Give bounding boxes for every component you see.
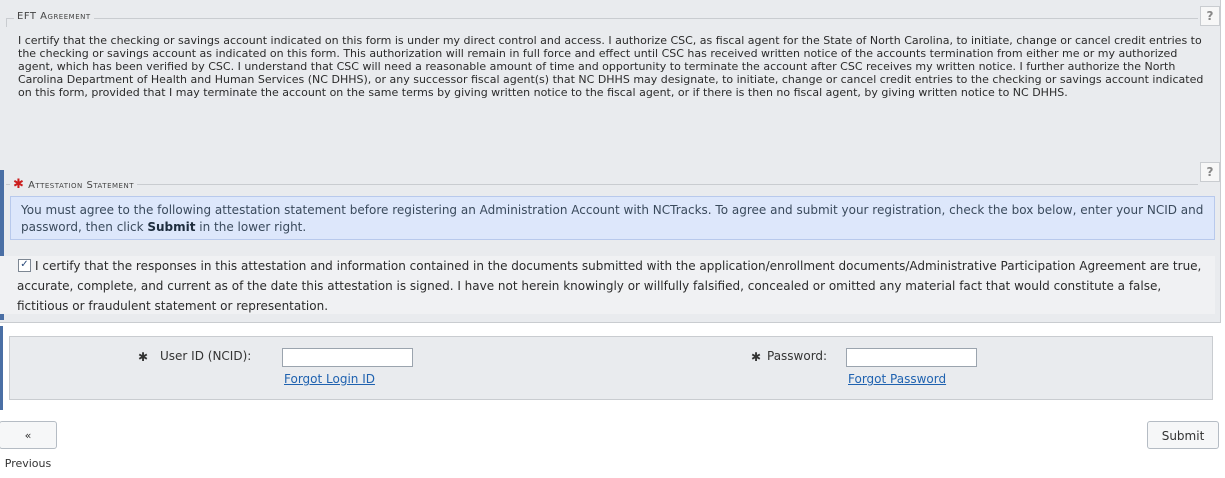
attestation-legend-text: Attestation Statement [28, 180, 134, 191]
instructions-text-end: in the lower right. [195, 220, 307, 234]
instructions-submit-bold: Submit [147, 220, 196, 234]
certification-row: I certify that the responses in this att… [0, 256, 1215, 314]
eft-legend-text: EFT Agreement [17, 11, 91, 22]
eft-legend: EFT Agreement [14, 11, 94, 22]
attestation-legend-border [6, 184, 1198, 185]
previous-button[interactable]: « Previous [0, 421, 57, 470]
required-marker-icon: ✱ [13, 177, 25, 192]
credentials-panel: ✱ User ID (NCID): Forgot Login ID ✱ Pass… [9, 336, 1213, 400]
eft-agreement-text: I certify that the checking or savings a… [18, 34, 1204, 99]
forgot-password-link[interactable]: Forgot Password [848, 372, 946, 386]
user-id-input[interactable] [282, 348, 413, 367]
forgot-login-id-link[interactable]: Forgot Login ID [284, 372, 375, 386]
certification-checkbox[interactable]: ✓ [18, 259, 31, 272]
user-id-required-icon: ✱ [138, 350, 149, 364]
password-input[interactable] [846, 348, 977, 367]
attestation-legend: ✱ Attestation Statement [10, 177, 137, 192]
attestation-instructions: You must agree to the following attestat… [10, 196, 1215, 240]
attestation-panel: ✱ Attestation Statement ? You must agree… [0, 162, 1221, 323]
attestation-help-icon[interactable]: ? [1200, 162, 1220, 182]
eft-legend-border [6, 18, 1198, 27]
left-accent-bar [0, 326, 3, 410]
eft-help-icon[interactable]: ? [1200, 6, 1220, 26]
eft-agreement-panel: EFT Agreement ? I certify that the check… [0, 0, 1221, 171]
password-required-icon: ✱ [751, 350, 762, 364]
user-id-label: User ID (NCID): [160, 349, 252, 363]
password-label: Password: [767, 349, 828, 363]
certification-text: I certify that the responses in this att… [17, 259, 1202, 313]
submit-button[interactable]: Submit [1147, 421, 1219, 449]
